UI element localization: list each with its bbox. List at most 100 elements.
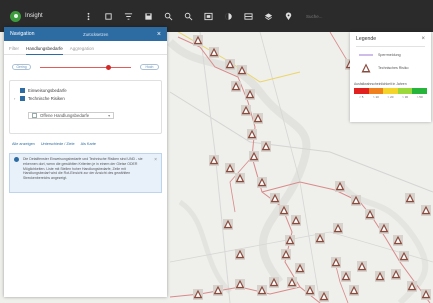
warning-triangle-icon[interactable] — [225, 59, 235, 70]
tab-filter[interactable]: Filter — [9, 46, 19, 54]
legend-close-icon[interactable]: × — [421, 36, 425, 42]
warning-triangle-icon[interactable] — [315, 233, 325, 244]
warning-triangle-icon[interactable] — [349, 285, 359, 296]
scale-ticks: < 5 > 10 > 20 > 30 > 50 — [354, 95, 427, 99]
warning-triangle-icon[interactable] — [291, 215, 301, 226]
link-as-map[interactable]: Als Karte — [81, 142, 96, 146]
warning-triangle-icon[interactable] — [213, 285, 223, 296]
zoom-out-icon[interactable] — [184, 12, 193, 21]
warning-triangle-icon[interactable] — [287, 277, 297, 288]
warning-triangle-icon[interactable] — [209, 47, 219, 58]
zoom-in-icon[interactable] — [164, 12, 173, 21]
warning-triangle-icon[interactable] — [235, 249, 245, 260]
warning-triangle-icon[interactable] — [295, 263, 305, 274]
checkbox-offene-handlungsbedarfe[interactable] — [32, 113, 37, 118]
location-icon[interactable] — [284, 11, 293, 21]
table-icon[interactable] — [244, 12, 253, 21]
warning-triangle-icon[interactable] — [257, 285, 267, 296]
warning-triangle-icon[interactable] — [261, 141, 271, 152]
link-show-all[interactable]: Alle anzeigen — [12, 142, 35, 146]
warning-triangle-icon[interactable] — [357, 261, 367, 272]
tab-handlungsbedarfe[interactable]: Handlungsbedarfe — [26, 46, 63, 55]
scale-cell — [383, 88, 398, 94]
filter-label: Einweisungsbedarfe — [28, 87, 67, 93]
warning-triangle-icon[interactable] — [270, 193, 280, 204]
chevron-down-icon: ▾ — [108, 114, 110, 118]
search-input[interactable]: Suche... — [306, 14, 323, 19]
warning-triangle-icon[interactable] — [351, 195, 361, 206]
warning-triangle-icon[interactable] — [193, 35, 203, 46]
warning-triangle-icon[interactable] — [235, 279, 245, 290]
warning-triangle-icon[interactable] — [279, 205, 289, 216]
warning-triangle-icon[interactable] — [249, 151, 259, 162]
warning-triangle-icon[interactable] — [193, 289, 203, 300]
grid-icon[interactable] — [84, 12, 93, 21]
divider — [356, 46, 425, 47]
close-icon[interactable]: × — [157, 31, 161, 38]
warning-triangle-icon[interactable] — [379, 223, 389, 234]
warning-triangle-icon[interactable] — [393, 235, 403, 246]
warning-triangle-icon[interactable] — [253, 113, 263, 124]
save-icon[interactable] — [144, 12, 153, 21]
warning-triangle-icon[interactable] — [331, 257, 341, 268]
brand[interactable]: Insight — [10, 10, 70, 22]
slider-thumb[interactable] — [105, 64, 111, 70]
link-differences[interactable]: Unterschiede / Ziele — [41, 142, 75, 146]
warning-triangle-icon[interactable] — [305, 285, 315, 296]
open-needs-dropdown[interactable]: Offene Handlungsbedarfe ▾ — [28, 112, 114, 119]
priority-slider[interactable] — [40, 64, 131, 70]
dropdown-label: Offene Handlungsbedarfe — [40, 113, 90, 118]
scale-title: Ausfallwahrscheinlichkeit in Jahren — [354, 82, 407, 86]
warning-triangle-icon[interactable] — [341, 271, 351, 282]
warning-triangle-icon[interactable] — [231, 81, 241, 92]
warning-triangle-icon[interactable] — [285, 235, 295, 246]
checkbox-technische-risiken[interactable] — [20, 95, 25, 101]
scale-tick: < 5 — [359, 95, 364, 99]
warning-triangle-icon[interactable] — [257, 177, 267, 188]
reset-button[interactable]: Zurücksetzen — [83, 32, 108, 37]
warning-triangle-icon[interactable] — [281, 249, 291, 260]
warning-triangle-icon[interactable] — [333, 223, 343, 234]
navigation-header: Navigation Zurücksetzen × — [4, 27, 167, 41]
image-icon[interactable] — [204, 12, 213, 21]
warning-triangle-icon[interactable] — [209, 155, 219, 166]
navigation-tabs: Filter Handlungsbedarfe Aggregation — [4, 46, 167, 55]
filter-row[interactable]: › Technische Risiken — [14, 94, 157, 102]
layers-icon[interactable] — [264, 12, 273, 21]
slider-min-button[interactable]: Gering — [12, 64, 31, 70]
warning-triangle-icon[interactable] — [241, 105, 251, 116]
scale-cell — [412, 88, 427, 94]
panel-links: Alle anzeigen Unterschiede / Ziele Als K… — [4, 142, 167, 146]
tab-aggregation[interactable]: Aggregation — [70, 46, 94, 54]
warning-triangle-icon[interactable] — [365, 209, 375, 220]
warning-triangle-icon[interactable] — [421, 205, 431, 216]
filter-row[interactable]: Einweisungsbedarfe — [14, 86, 157, 94]
warning-triangle-icon[interactable] — [319, 291, 329, 302]
legend-item: Sperrmeldung — [350, 53, 431, 57]
warning-triangle-icon[interactable] — [399, 251, 409, 262]
warning-triangle-icon[interactable] — [247, 129, 257, 140]
scale-cell — [368, 88, 384, 94]
warning-triangle-icon[interactable] — [375, 271, 385, 282]
contrast-icon[interactable] — [224, 12, 233, 21]
warning-triangle-icon[interactable] — [269, 277, 279, 288]
warning-triangle-icon[interactable] — [225, 163, 235, 174]
crosshair-icon[interactable] — [104, 12, 113, 21]
warning-triangle-icon[interactable] — [405, 193, 415, 204]
priority-slider-row: Gering Hoch — [4, 64, 167, 70]
warning-triangle-icon[interactable] — [235, 173, 245, 184]
warning-triangle-icon[interactable] — [407, 281, 417, 292]
filter-icon[interactable] — [124, 12, 133, 21]
scale-tick: > 50 — [416, 95, 423, 99]
warning-triangle-icon[interactable] — [245, 89, 255, 100]
warning-triangle-icon — [359, 63, 373, 73]
checkbox-einweisungsbedarfe[interactable] — [20, 87, 25, 93]
warning-triangle-icon[interactable] — [223, 219, 233, 230]
close-info-icon[interactable]: × — [154, 157, 157, 189]
legend-label: Sperrmeldung — [378, 53, 401, 57]
warning-triangle-icon[interactable] — [421, 289, 431, 300]
warning-triangle-icon[interactable] — [391, 269, 401, 280]
warning-triangle-icon[interactable] — [335, 181, 345, 192]
slider-max-button[interactable]: Hoch — [140, 64, 159, 70]
warning-triangle-icon[interactable] — [237, 65, 247, 76]
